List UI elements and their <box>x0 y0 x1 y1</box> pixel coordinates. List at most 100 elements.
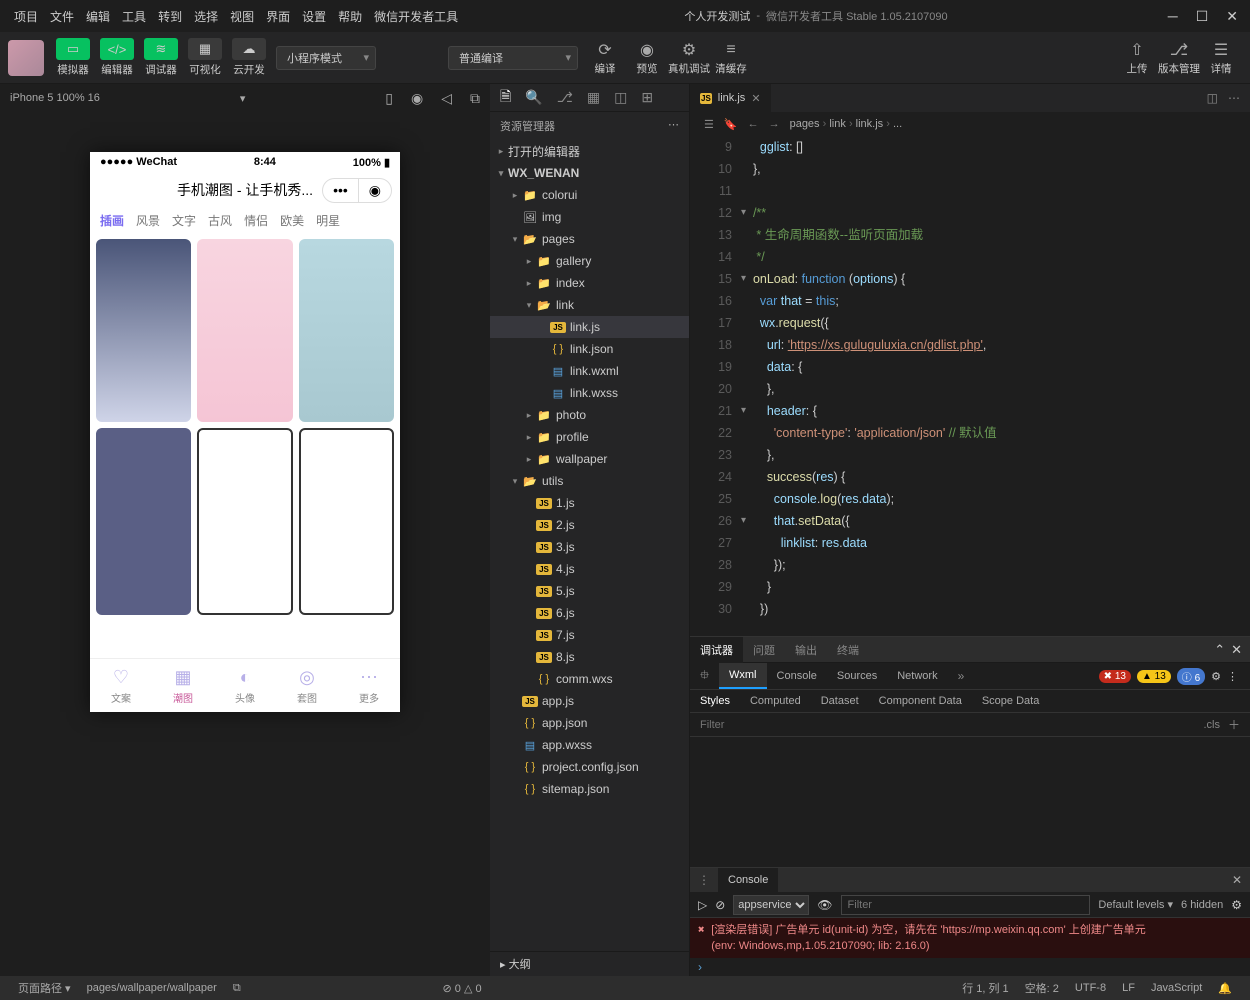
close-console-icon[interactable]: ✕ <box>1224 873 1250 887</box>
cursor-pos[interactable]: 行 1, 列 1 <box>954 980 1016 996</box>
stop-icon[interactable]: ▷ <box>698 898 707 912</box>
collapse-icon[interactable]: ⌃ <box>1214 642 1225 658</box>
info-count[interactable]: ⓘ 6 <box>1177 668 1205 685</box>
ext2-icon[interactable]: ◫ <box>614 89 627 106</box>
copy-route-icon[interactable]: ⧉ <box>225 982 249 995</box>
eol[interactable]: LF <box>1114 982 1143 994</box>
tree-item-5.js[interactable]: JS5.js <box>490 580 689 602</box>
tree-item-wallpaper[interactable]: ▸📁wallpaper <box>490 448 689 470</box>
diagnostics[interactable]: ⊘ 0 △ 0 <box>435 982 490 995</box>
tree-item-link.wxml[interactable]: ▤link.wxml <box>490 360 689 382</box>
compile-button[interactable]: ⟳编译 <box>584 36 626 80</box>
indent[interactable]: 空格: 2 <box>1017 980 1067 996</box>
tree-item-6.js[interactable]: JS6.js <box>490 602 689 624</box>
devtools-tab-Console[interactable]: Console <box>767 663 827 689</box>
cat-tab[interactable]: 插画 <box>100 212 124 229</box>
tree-item-app.js[interactable]: JSapp.js <box>490 690 689 712</box>
maximize-icon[interactable]: ☐ <box>1196 8 1209 25</box>
tree-item-pages[interactable]: ▾📂pages <box>490 228 689 250</box>
visual-button[interactable]: ▦可视化 <box>184 36 226 80</box>
open-editors-section[interactable]: ▸打开的编辑器 <box>490 140 689 162</box>
close-icon[interactable]: ✕ <box>1226 8 1238 25</box>
dbg-top-tab[interactable]: 问题 <box>743 637 785 663</box>
copy-icon[interactable]: ⧉ <box>470 90 480 107</box>
route-label[interactable]: 页面路径 ▾ <box>10 980 79 996</box>
clear-cache-button[interactable]: ≡清缓存 <box>710 36 752 80</box>
more-tabs-icon[interactable]: » <box>952 669 971 683</box>
add-icon[interactable]: ＋ <box>1228 716 1240 733</box>
gear-icon[interactable]: ⚙ <box>1231 898 1242 912</box>
tree-item-img[interactable]: 🖼img <box>490 206 689 228</box>
console-prompt[interactable]: › <box>690 958 1250 976</box>
tree-item-link.wxss[interactable]: ▤link.wxss <box>490 382 689 404</box>
dbg-top-tab[interactable]: 输出 <box>785 637 827 663</box>
encoding[interactable]: UTF-8 <box>1067 982 1114 994</box>
gear-icon[interactable]: ⚙ <box>1211 670 1221 683</box>
cloud-button[interactable]: ☁云开发 <box>228 36 270 80</box>
tabbar-item[interactable]: ⋯更多 <box>359 667 379 705</box>
tree-item-profile[interactable]: ▸📁profile <box>490 426 689 448</box>
styles-sub-tab[interactable]: Styles <box>690 695 740 707</box>
editor-button[interactable]: </>编辑器 <box>96 36 138 80</box>
tree-item-project.config.json[interactable]: { }project.config.json <box>490 756 689 778</box>
breadcrumb[interactable]: ☰ 🔖 ← → pages › link › link.js › ... <box>690 112 1250 136</box>
avatar[interactable] <box>8 40 44 76</box>
tree-item-2.js[interactable]: JS2.js <box>490 514 689 536</box>
tree-item-colorui[interactable]: ▸📁colorui <box>490 184 689 206</box>
menu-工具[interactable]: 工具 <box>116 10 152 24</box>
file-tab-link-js[interactable]: JSlink.js✕ <box>690 84 772 112</box>
device-icon[interactable]: ▯ <box>385 90 393 107</box>
cat-tab[interactable]: 明星 <box>316 212 340 229</box>
mode-dropdown[interactable]: 小程序模式 <box>276 46 376 70</box>
tree-item-app.json[interactable]: { }app.json <box>490 712 689 734</box>
tree-item-index[interactable]: ▸📁index <box>490 272 689 294</box>
version-button[interactable]: ⎇版本管理 <box>1158 36 1200 80</box>
styles-sub-tab[interactable]: Computed <box>740 695 811 707</box>
tree-item-8.js[interactable]: JS8.js <box>490 646 689 668</box>
styles-sub-tab[interactable]: Scope Data <box>972 695 1049 707</box>
log-levels-dropdown[interactable]: Default levels ▾ <box>1098 898 1173 911</box>
tree-item-sitemap.json[interactable]: { }sitemap.json <box>490 778 689 800</box>
tabbar-item[interactable]: ◎套图 <box>297 667 317 705</box>
thumbnail[interactable] <box>299 239 394 422</box>
tree-item-1.js[interactable]: JS1.js <box>490 492 689 514</box>
outline-section[interactable]: ▸ 大纲 <box>490 951 689 976</box>
search-icon[interactable]: 🔍 <box>525 89 542 106</box>
menu-视图[interactable]: 视图 <box>224 10 260 24</box>
tree-item-utils[interactable]: ▾📂utils <box>490 470 689 492</box>
minimize-icon[interactable]: ─ <box>1168 8 1178 25</box>
tree-item-link.json[interactable]: { }link.json <box>490 338 689 360</box>
console-tab[interactable]: Console <box>718 868 778 892</box>
styles-filter-input[interactable] <box>700 719 1203 731</box>
tree-item-app.wxss[interactable]: ▤app.wxss <box>490 734 689 756</box>
inspect-icon[interactable]: ⯐ <box>694 666 715 687</box>
capsule-menu[interactable]: •••◉ <box>322 178 392 203</box>
cat-tab[interactable]: 风景 <box>136 212 160 229</box>
tree-item-7.js[interactable]: JS7.js <box>490 624 689 646</box>
bell-icon[interactable]: 🔔 <box>1210 982 1240 995</box>
tabbar-item[interactable]: ◐头像 <box>235 667 255 705</box>
menu-项目[interactable]: 项目 <box>8 10 44 24</box>
menu-微信开发者工具[interactable]: 微信开发者工具 <box>368 10 464 24</box>
compile-mode-dropdown[interactable]: 普通编译 <box>448 46 578 70</box>
tree-item-gallery[interactable]: ▸📁gallery <box>490 250 689 272</box>
remote-debug-button[interactable]: ⚙真机调试 <box>668 36 710 80</box>
simulator-button[interactable]: ▭模拟器 <box>52 36 94 80</box>
close-tab-icon[interactable]: ✕ <box>751 92 760 105</box>
eye-icon[interactable]: 👁 <box>817 898 832 912</box>
menu-设置[interactable]: 设置 <box>296 10 332 24</box>
cat-tab[interactable]: 古风 <box>208 212 232 229</box>
kebab-icon[interactable]: ⋮ <box>1227 670 1238 683</box>
device-label[interactable]: iPhone 5 100% 16 <box>10 92 100 104</box>
project-root[interactable]: ▾WX_WENAN <box>490 162 689 184</box>
tabbar-item[interactable]: ▦潮图 <box>173 667 193 705</box>
context-select[interactable]: appservice <box>733 895 809 915</box>
close-icon[interactable]: ✕ <box>1231 642 1242 658</box>
extension-icon[interactable]: ▦ <box>587 89 600 106</box>
dbg-top-tab[interactable]: 终端 <box>827 637 869 663</box>
cls-toggle[interactable]: .cls <box>1203 719 1220 731</box>
menu-转到[interactable]: 转到 <box>152 10 188 24</box>
styles-sub-tab[interactable]: Dataset <box>811 695 869 707</box>
devtools-tab-Wxml[interactable]: Wxml <box>719 663 767 689</box>
tree-item-link.js[interactable]: JSlink.js <box>490 316 689 338</box>
